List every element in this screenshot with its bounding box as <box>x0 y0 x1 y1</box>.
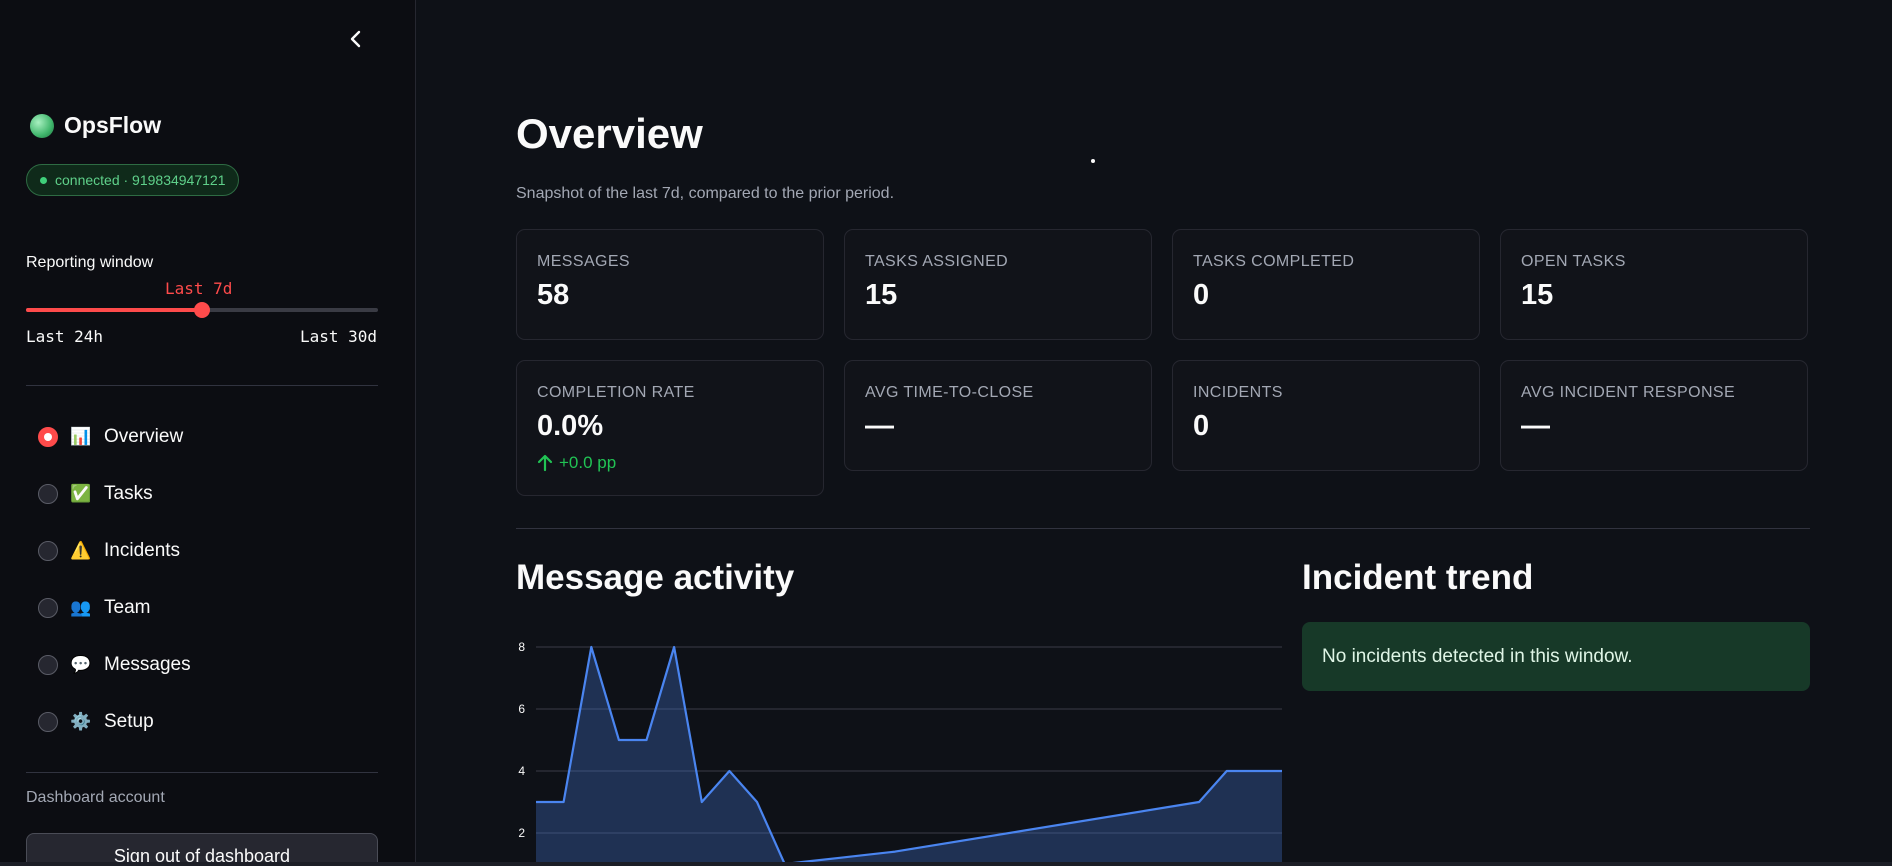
incident-trend-title: Incident trend <box>1302 558 1534 597</box>
connection-status-text: connected · 919834947121 <box>55 172 226 188</box>
no-incidents-alert: No incidents detected in this window. <box>1302 622 1810 691</box>
main-content: Overview Snapshot of the last 7d, compar… <box>516 0 1810 866</box>
y-tick-label: 6 <box>518 702 525 716</box>
slider-min-label: Last 24h <box>26 327 104 346</box>
y-tick-label: 4 <box>518 764 525 778</box>
message-activity-chart: 2 4 6 8 <box>518 640 1282 866</box>
nav-item-tasks[interactable]: ✅ Tasks <box>38 465 191 522</box>
page-navigation: 📊 Overview ✅ Tasks ⚠️ Incidents 👥 Team 💬 Messages… <box>38 408 191 750</box>
metric-label: OPEN TASKS <box>1521 253 1626 270</box>
overview-icon: 📊 <box>70 426 92 446</box>
metric-delta: +0.0 pp <box>537 453 803 473</box>
nav-item-incidents[interactable]: ⚠️ Incidents <box>38 522 191 579</box>
slider-max-label: Last 30d <box>299 327 377 346</box>
y-tick-label: 8 <box>518 640 525 654</box>
nav-item-label: Tasks <box>104 482 153 504</box>
metric-value: — <box>1521 410 1550 442</box>
page-caption: Snapshot of the last 7d, compared to the… <box>516 185 895 202</box>
metric-card: OPEN TASKS 15 <box>1500 229 1808 340</box>
metric-value: 15 <box>1521 279 1554 311</box>
metric-card: MESSAGES 58 <box>516 229 824 340</box>
bottom-edge <box>0 862 1892 866</box>
nav-radio[interactable] <box>38 483 58 504</box>
brand: OpsFlow <box>30 112 161 139</box>
metric-label: TASKS ASSIGNED <box>865 253 1009 270</box>
tasks-icon: ✅ <box>70 483 92 503</box>
nav-item-label: Team <box>104 596 151 618</box>
metric-card: INCIDENTS 0 <box>1172 360 1480 471</box>
y-tick-label: 2 <box>518 826 525 840</box>
metric-label: INCIDENTS <box>1193 384 1283 401</box>
dashboard-account-label: Dashboard account <box>26 789 165 806</box>
brand-logo-icon <box>30 113 54 138</box>
metric-label: AVG INCIDENT RESPONSE <box>1521 384 1736 401</box>
status-dot-icon <box>40 176 47 184</box>
message-activity-title: Message activity <box>516 558 795 597</box>
metric-card: AVG INCIDENT RESPONSE — <box>1500 360 1808 471</box>
incidents-icon: ⚠️ <box>70 540 92 560</box>
nav-radio[interactable] <box>38 540 58 561</box>
nav-radio[interactable] <box>38 654 58 675</box>
nav-item-label: Incidents <box>104 539 181 561</box>
metric-card: TASKS COMPLETED 0 <box>1172 229 1480 340</box>
metric-value: 15 <box>865 279 898 311</box>
metric-value: 0 <box>1193 410 1210 442</box>
metric-card: COMPLETION RATE 0.0% +0.0 pp <box>516 360 824 496</box>
nav-radio[interactable] <box>38 711 58 732</box>
sidebar: OpsFlow connected · 919834947121 Reporti… <box>0 0 416 866</box>
setup-icon: ⚙️ <box>70 711 92 731</box>
reporting-window-value: Last 7d <box>165 279 233 298</box>
nav-item-setup[interactable]: ⚙️ Setup <box>38 693 191 750</box>
collapse-sidebar-button[interactable] <box>341 24 371 54</box>
nav-item-label: Overview <box>104 425 184 447</box>
metric-label: COMPLETION RATE <box>537 384 695 401</box>
nav-radio[interactable] <box>38 597 58 618</box>
nav-item-messages[interactable]: 💬 Messages <box>38 636 191 693</box>
team-icon: 👥 <box>70 597 92 617</box>
slider-fill <box>26 308 202 312</box>
nav-item-overview[interactable]: 📊 Overview <box>38 408 191 465</box>
metric-value: — <box>865 410 894 442</box>
slider-thumb[interactable] <box>194 302 210 318</box>
nav-item-team[interactable]: 👥 Team <box>38 579 191 636</box>
metric-delta-text: +0.0 pp <box>559 453 617 472</box>
dot-marker <box>1091 159 1095 163</box>
metric-value: 0 <box>1193 279 1210 311</box>
nav-item-label: Setup <box>104 710 154 732</box>
section-divider <box>516 528 1810 529</box>
metric-label: AVG TIME-TO-CLOSE <box>865 384 1034 401</box>
nav-radio[interactable] <box>38 426 58 447</box>
page-title: Overview <box>516 110 703 157</box>
nav-item-label: Messages <box>104 653 191 675</box>
metric-card: TASKS ASSIGNED 15 <box>844 229 1152 340</box>
reporting-window-label: Reporting window <box>26 254 154 271</box>
metric-card: AVG TIME-TO-CLOSE — <box>844 360 1152 471</box>
messages-icon: 💬 <box>70 654 92 674</box>
chevron-left-icon <box>350 30 361 48</box>
sidebar-divider <box>26 385 378 386</box>
metric-label: MESSAGES <box>537 253 631 270</box>
connection-status-badge: connected · 919834947121 <box>26 164 240 196</box>
metric-value: 58 <box>537 279 570 311</box>
brand-name: OpsFlow <box>64 112 162 138</box>
metric-label: TASKS COMPLETED <box>1193 253 1355 270</box>
reporting-window-slider[interactable] <box>26 302 378 318</box>
arrow-up-icon <box>537 454 553 472</box>
metric-value: 0.0% <box>537 410 604 442</box>
sidebar-divider <box>26 772 378 773</box>
